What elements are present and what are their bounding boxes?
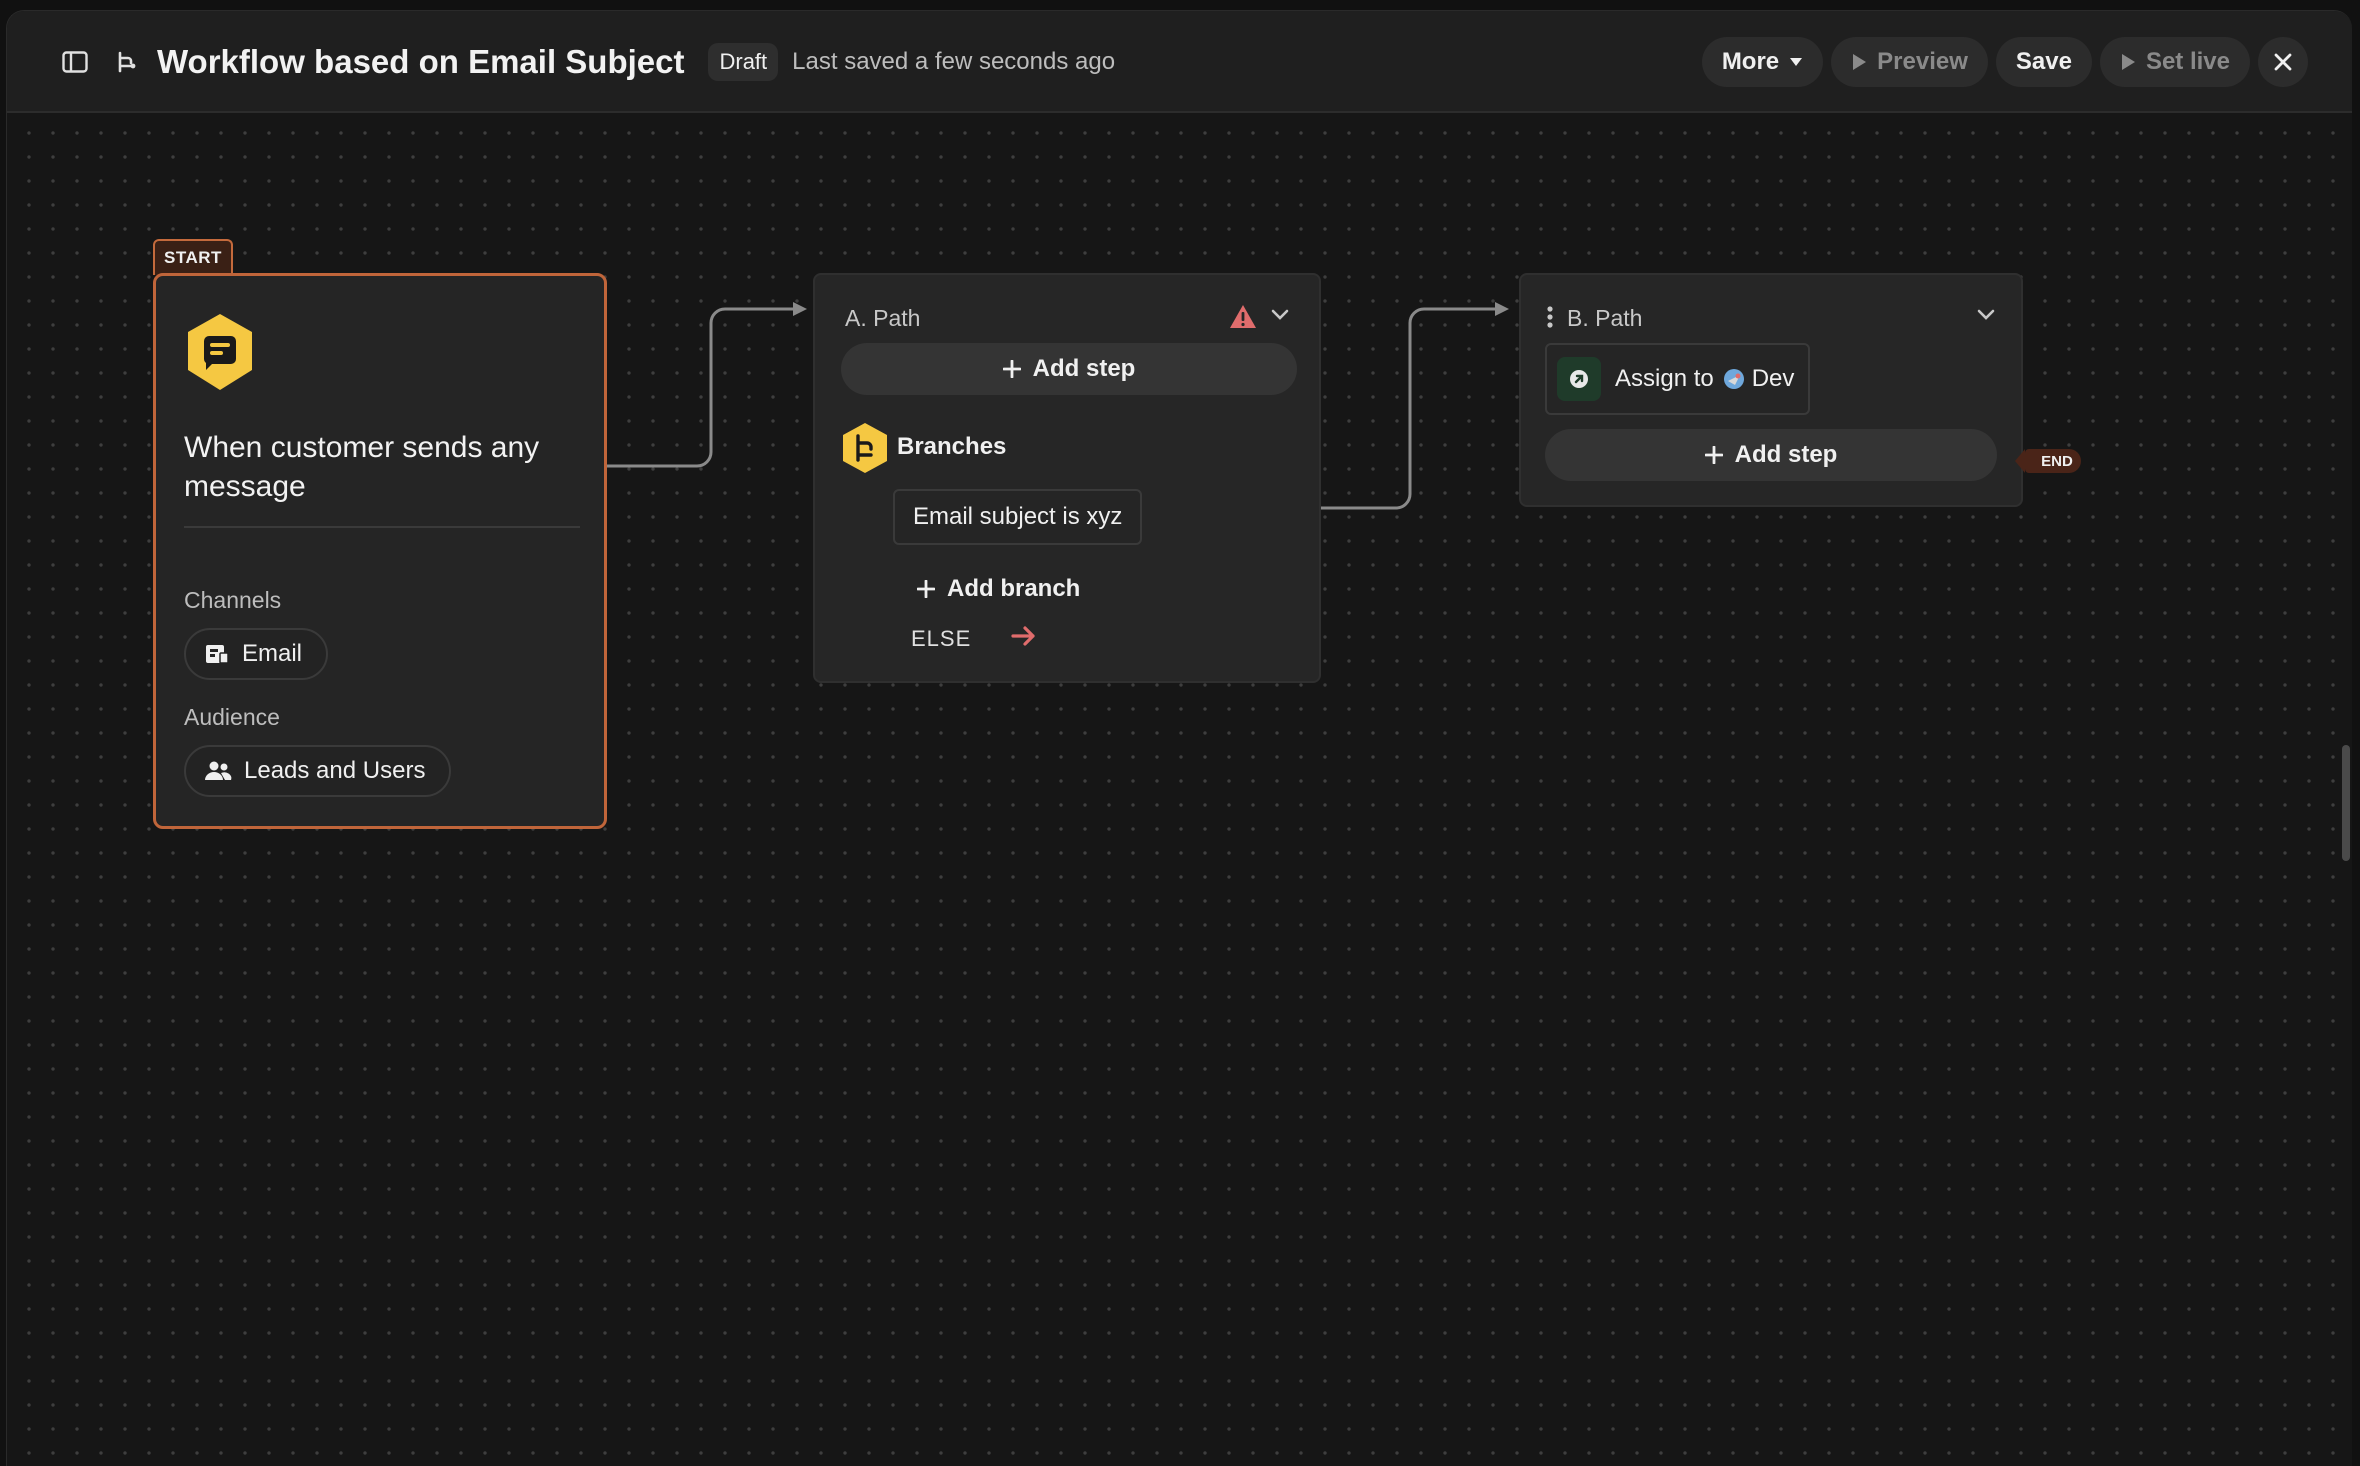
app-window: Workflow based on Email Subject Draft La… [6, 10, 2352, 1466]
divider [184, 526, 580, 528]
arrow-right-icon[interactable] [1011, 625, 1037, 647]
else-branch-label: ELSE [911, 626, 972, 651]
path-b-card[interactable]: B. Path Assign to Dev Add step [1519, 273, 2023, 507]
audience-chip[interactable]: Leads and Users [184, 745, 452, 797]
workflow-icon [107, 42, 147, 82]
sidebar-toggle-icon[interactable] [55, 42, 95, 82]
assign-icon [1557, 357, 1601, 401]
last-saved-text: Last saved a few seconds ago [792, 48, 1116, 75]
path-a-card[interactable]: A. Path Add step Branches Email subject … [813, 273, 1321, 683]
chat-bubble-icon [184, 312, 256, 392]
preview-label: Preview [1877, 48, 1968, 75]
assign-step[interactable]: Assign to Dev [1545, 343, 1811, 415]
channel-chip-email[interactable]: Email [184, 628, 329, 680]
assignee-name: Dev [1751, 365, 1795, 392]
save-button[interactable]: Save [1995, 37, 2092, 87]
status-badge: Draft [708, 43, 779, 81]
warning-icon[interactable] [1229, 304, 1257, 330]
preview-button[interactable]: Preview [1831, 37, 1988, 87]
chevron-down-icon[interactable] [1977, 309, 1995, 321]
vertical-scrollbar[interactable] [2342, 745, 2350, 861]
plus-icon [1002, 360, 1021, 378]
add-branch-label: Add branch [947, 575, 1081, 602]
drag-handle-icon[interactable] [1547, 305, 1553, 329]
set-live-label: Set live [2145, 48, 2230, 75]
plus-icon [1704, 446, 1723, 464]
chevron-down-icon[interactable] [1271, 309, 1289, 321]
more-button[interactable]: More [1701, 37, 1824, 87]
users-icon [204, 760, 232, 782]
set-live-button[interactable]: Set live [2099, 37, 2250, 87]
channel-label: Email [242, 640, 303, 667]
add-branch-button[interactable]: Add branch [917, 575, 1080, 603]
header-actions: More Preview Save Set live [1701, 36, 2308, 88]
more-label: More [1721, 48, 1780, 75]
caret-down-icon [1789, 57, 1803, 67]
branch-item[interactable]: Email subject is xyz [893, 489, 1143, 545]
close-icon [2274, 53, 2292, 71]
audience-label: Audience [184, 704, 280, 730]
trigger-card[interactable]: When customer sends any message Channels… [153, 273, 607, 829]
page-title: Workflow based on Email Subject [157, 43, 685, 80]
branches-label: Branches [897, 433, 1007, 460]
trigger-title: When customer sends any message [184, 431, 540, 503]
start-tag: START [153, 239, 233, 275]
audience-value: Leads and Users [244, 757, 426, 784]
header-bar: Workflow based on Email Subject Draft La… [7, 11, 2352, 113]
play-icon [1851, 53, 1867, 71]
add-step-label: Add step [1032, 355, 1136, 382]
add-step-button[interactable]: Add step [1545, 429, 1997, 481]
path-b-title: B. Path [1567, 305, 1643, 331]
save-label: Save [2015, 48, 2072, 75]
channels-label: Channels [184, 587, 282, 613]
email-channel-icon [204, 642, 230, 666]
path-a-title: A. Path [845, 305, 921, 331]
plus-icon [917, 580, 935, 598]
play-icon [2120, 53, 2136, 71]
close-button[interactable] [2258, 37, 2308, 87]
team-avatar-icon [1722, 367, 1746, 391]
add-step-label: Add step [1734, 441, 1838, 468]
branches-icon [841, 421, 889, 475]
title-area: Workflow based on Email Subject Draft La… [55, 11, 1115, 113]
end-tag: END [2015, 449, 2081, 473]
add-step-button[interactable]: Add step [841, 343, 1297, 395]
assign-label: Assign to [1615, 365, 1714, 392]
